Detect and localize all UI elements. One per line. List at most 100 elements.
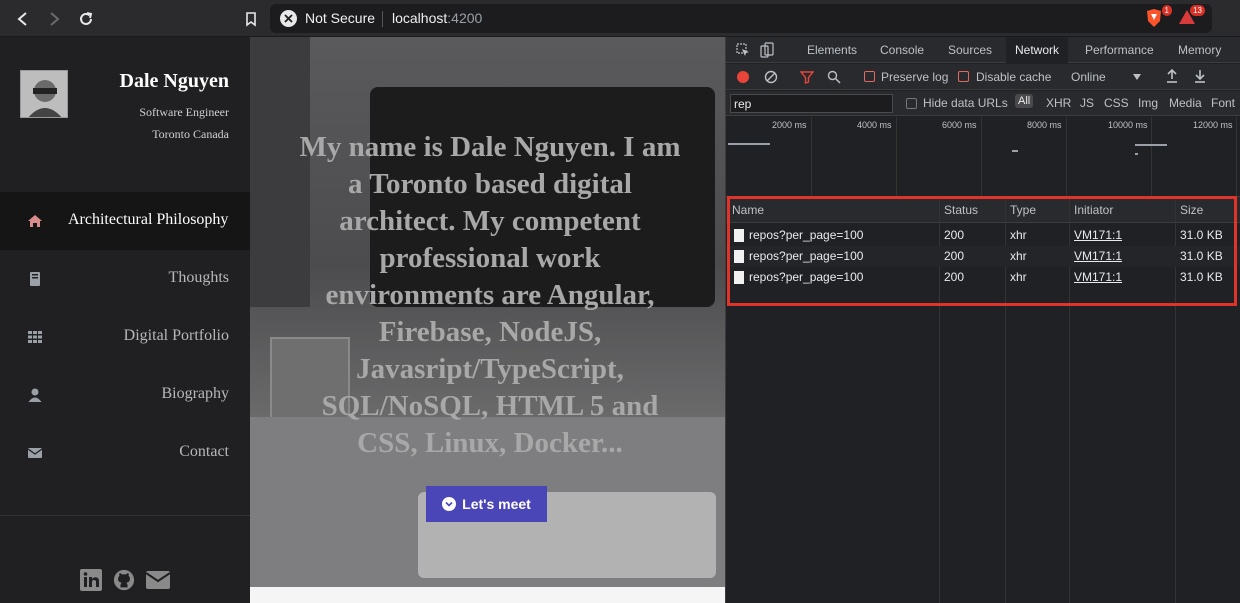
profile-title: Software Engineer: [139, 105, 229, 119]
url-text[interactable]: localhost:4200: [392, 10, 482, 26]
request-initiator-link[interactable]: VM171:1: [1074, 249, 1122, 263]
request-size: 31.0 KB: [1180, 249, 1223, 263]
reload-button[interactable]: [75, 8, 97, 30]
export-har-icon[interactable]: [1194, 69, 1206, 83]
github-icon[interactable]: [112, 569, 136, 591]
request-type: xhr: [1010, 270, 1027, 284]
disable-cache-label: Disable cache: [976, 70, 1052, 84]
url-separator: [382, 11, 383, 27]
mail-icon[interactable]: [146, 569, 170, 591]
browser-toolbar: Not Secure localhost:4200 1 13: [0, 0, 1240, 37]
tab-network[interactable]: Network: [1006, 37, 1069, 63]
document-icon: [734, 229, 744, 242]
device-toolbar-icon[interactable]: [760, 42, 774, 58]
disable-cache-checkbox[interactable]: [958, 71, 969, 82]
nav-label: Digital Portfolio: [123, 327, 229, 344]
column-header-name[interactable]: Name: [732, 203, 764, 217]
bookmark-button[interactable]: [240, 8, 262, 30]
site-sidebar: Dale Nguyen Software Engineer Toronto Ca…: [0, 37, 250, 603]
request-row[interactable]: repos?per_page=100 200 xhr VM171:1 31.0 …: [726, 267, 1240, 288]
linkedin-icon[interactable]: [79, 569, 103, 591]
preserve-log-checkbox[interactable]: [864, 71, 875, 82]
sidebar-divider: [0, 515, 250, 516]
request-size: 31.0 KB: [1180, 270, 1223, 284]
security-label[interactable]: Not Secure: [305, 10, 375, 26]
type-filter-img[interactable]: Img: [1138, 96, 1158, 110]
import-har-icon[interactable]: [1166, 69, 1178, 83]
type-filter-all[interactable]: All: [1015, 94, 1034, 108]
timeline-gridline: [1236, 117, 1237, 197]
inspect-element-icon[interactable]: [736, 43, 750, 57]
timeline-request-bar: [1135, 153, 1138, 155]
type-filter-css[interactable]: CSS: [1104, 96, 1129, 110]
network-overview-timeline[interactable]: 2000 ms 4000 ms 6000 ms 8000 ms 10000 ms…: [726, 117, 1240, 197]
type-filter-xhr[interactable]: XHR: [1046, 96, 1071, 110]
throttle-select[interactable]: Online: [1071, 70, 1106, 84]
envelope-icon: [27, 448, 43, 458]
column-header-status[interactable]: Status: [944, 203, 978, 217]
request-initiator-link[interactable]: VM171:1: [1074, 228, 1122, 242]
profile-location: Toronto Canada: [152, 127, 229, 141]
timeline-gridline: [1151, 117, 1152, 197]
tab-performance[interactable]: Performance: [1076, 37, 1163, 63]
type-filter-media[interactable]: Media: [1169, 96, 1202, 110]
request-initiator-link[interactable]: VM171:1: [1074, 270, 1122, 284]
url-host: localhost: [392, 10, 448, 26]
nav-item-contact[interactable]: Contact: [0, 424, 250, 482]
hero-intro-text: My name is Dale Nguyen. I am a Toronto b…: [299, 131, 681, 459]
back-button[interactable]: [12, 8, 34, 30]
tab-memory[interactable]: Memory: [1169, 37, 1230, 63]
clear-icon[interactable]: [764, 70, 778, 84]
hide-data-urls-label: Hide data URLs: [923, 96, 1008, 110]
brave-shield-button[interactable]: 1: [1145, 5, 1172, 28]
nav-item-biography[interactable]: Biography: [0, 366, 250, 424]
network-filter-bar: Hide data URLs All XHR JS CSS Img Media …: [726, 91, 1240, 116]
tab-elements[interactable]: Elements: [798, 37, 866, 63]
avatar: [20, 70, 68, 118]
request-name: repos?per_page=100: [749, 228, 864, 242]
type-filter-font[interactable]: Font: [1211, 96, 1235, 110]
filter-input[interactable]: [730, 94, 893, 113]
sidebar-nav: Architectural Philosophy Thoughts Digita…: [0, 192, 250, 482]
lets-meet-button[interactable]: Let's meet: [426, 486, 547, 522]
rewards-badge: 13: [1190, 5, 1205, 16]
network-toolbar: Preserve log Disable cache Online: [726, 64, 1240, 90]
search-icon[interactable]: [827, 70, 841, 84]
record-icon[interactable]: [737, 71, 749, 83]
timeline-gridline: [1066, 117, 1067, 197]
timeline-gridline: [811, 117, 812, 197]
address-bar[interactable]: Not Secure localhost:4200: [270, 4, 1212, 33]
timeline-gridline: [981, 117, 982, 197]
nav-item-thoughts[interactable]: Thoughts: [0, 250, 250, 308]
profile-name: Dale Nguyen: [119, 70, 229, 92]
request-status: 200: [944, 228, 965, 242]
reload-icon: [80, 12, 93, 25]
type-filter-js[interactable]: JS: [1080, 96, 1094, 110]
nav-item-digital-portfolio[interactable]: Digital Portfolio: [0, 308, 250, 366]
nav-item-architectural-philosophy[interactable]: Architectural Philosophy: [0, 192, 250, 250]
network-table-header: Name Status Type Initiator Size: [726, 197, 1240, 223]
request-row[interactable]: repos?per_page=100 200 xhr VM171:1 31.0 …: [726, 225, 1240, 246]
timeline-label: 8000 ms: [1027, 120, 1062, 130]
nav-label: Thoughts: [168, 269, 229, 286]
request-type: xhr: [1010, 249, 1027, 263]
forward-button[interactable]: [43, 8, 65, 30]
column-header-type[interactable]: Type: [1010, 203, 1036, 217]
timeline-label: 10000 ms: [1108, 120, 1148, 130]
timeline-label: 12000 ms: [1193, 120, 1233, 130]
column-header-initiator[interactable]: Initiator: [1074, 203, 1113, 217]
column-header-size[interactable]: Size: [1180, 203, 1203, 217]
brave-shield-icon: [1147, 9, 1161, 27]
tab-sources[interactable]: Sources: [939, 37, 1001, 63]
home-icon: [28, 215, 42, 227]
hero-section: My name is Dale Nguyen. I am a Toronto b…: [250, 37, 725, 587]
brave-rewards-button[interactable]: 13: [1178, 5, 1205, 28]
not-secure-icon[interactable]: [280, 10, 297, 27]
tab-console[interactable]: Console: [871, 37, 933, 63]
chevron-down-icon[interactable]: [1133, 74, 1141, 80]
timeline-gridline: [896, 117, 897, 197]
filter-icon[interactable]: [800, 70, 814, 84]
chevron-down-circle-icon: [442, 497, 457, 511]
request-row[interactable]: repos?per_page=100 200 xhr VM171:1 31.0 …: [726, 246, 1240, 267]
hide-data-urls-checkbox[interactable]: [906, 98, 917, 109]
